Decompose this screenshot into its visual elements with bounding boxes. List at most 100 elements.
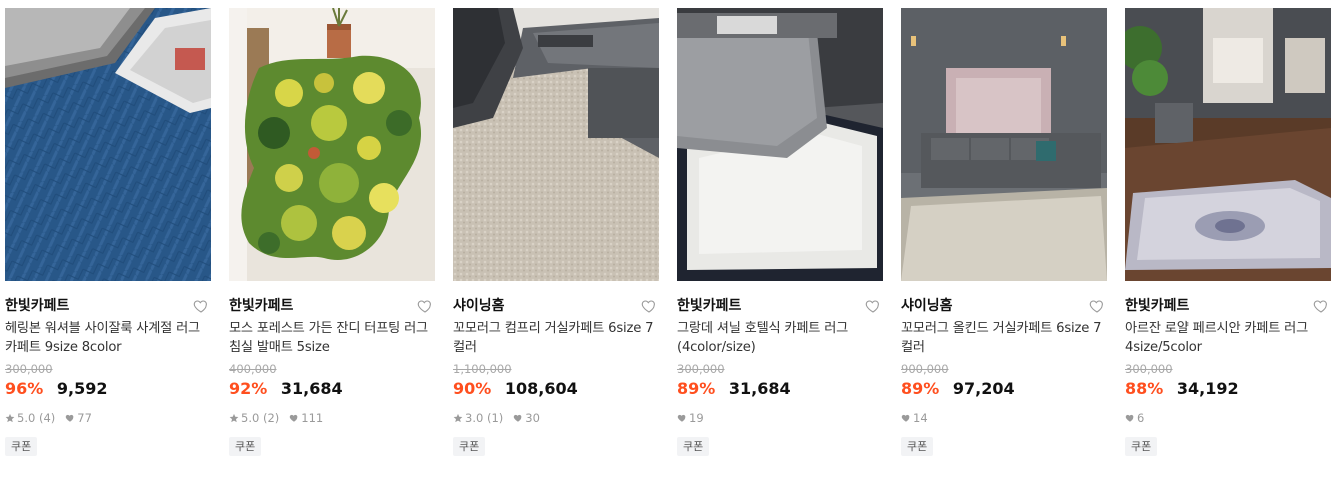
coupon-badge: 쿠폰 (5, 437, 38, 456)
likes-group: 14 (901, 410, 928, 426)
original-price: 400,000 (229, 362, 277, 376)
product-card[interactable]: 한빛카페트 그랑데 셔닐 호텔식 카페트 러그 (4color/size) 30… (677, 8, 883, 468)
brand-name[interactable]: 한빛카페트 (5, 298, 69, 314)
star-icon (5, 413, 15, 423)
brand-name[interactable]: 한빛카페트 (229, 298, 293, 314)
persian-rug-image (1125, 8, 1331, 281)
discount-rate: 90% (453, 379, 492, 398)
product-card[interactable]: 한빛카페트 모스 포레스트 가든 잔디 터프팅 러그 침실 발매트 5size … (229, 8, 435, 468)
product-card[interactable]: 샤이닝홈 꼬모러그 컴프리 거실카페트 6size 7컬러 1,100,000 … (453, 8, 659, 468)
living-room-rug-image (901, 8, 1107, 281)
coupon-badge: 쿠폰 (677, 437, 710, 456)
moss-forest-rug-image (229, 8, 435, 281)
likes-count: 14 (913, 411, 928, 425)
sale-price: 108,604 (504, 379, 578, 398)
original-price: 300,000 (1125, 362, 1173, 376)
product-title[interactable]: 아르잔 로얄 페르시안 카페트 러그 4size/5color (1125, 319, 1331, 357)
likes-group: 6 (1125, 410, 1144, 426)
discount-rate: 88% (1125, 379, 1164, 398)
product-title[interactable]: 그랑데 셔닐 호텔식 카페트 러그 (4color/size) (677, 319, 883, 357)
price-row: 92% 31,684 (229, 379, 435, 399)
discount-rate: 89% (901, 379, 940, 398)
heart-outline-icon[interactable] (865, 298, 881, 314)
product-grid: 한빛카페트 헤링본 워셔블 사이잘룩 사계절 러그카페트 9size 8colo… (0, 0, 1333, 477)
product-card[interactable]: 한빛카페트 헤링본 워셔블 사이잘룩 사계절 러그카페트 9size 8colo… (5, 8, 211, 468)
brand-name[interactable]: 샤이닝홈 (901, 298, 953, 314)
likes-count: 111 (301, 411, 324, 425)
rating-group: 5.0 (2) (229, 410, 279, 426)
brand-row: 한빛카페트 (5, 295, 211, 317)
beige-shaggy-rug-image (453, 8, 659, 281)
discount-rate: 96% (5, 379, 44, 398)
discount-rate: 92% (229, 379, 268, 398)
product-image[interactable] (901, 8, 1107, 281)
sale-price: 9,592 (56, 379, 108, 398)
product-image[interactable] (1125, 8, 1331, 281)
review-row: 6 (1125, 410, 1331, 426)
coupon-badge: 쿠폰 (901, 437, 934, 456)
product-image[interactable] (5, 8, 211, 281)
likes-count: 77 (77, 411, 92, 425)
brand-name[interactable]: 한빛카페트 (1125, 298, 1189, 314)
star-icon (229, 413, 239, 423)
discount-rate: 89% (677, 379, 716, 398)
brand-row: 샤이닝홈 (453, 295, 659, 317)
product-card[interactable]: 샤이닝홈 꼬모러그 올킨드 거실카페트 6size 7컬러 900,000 89… (901, 8, 1107, 468)
heart-filled-icon (66, 414, 74, 422)
price-row: 89% 97,204 (901, 379, 1107, 399)
coupon-badge: 쿠폰 (229, 437, 262, 456)
product-image[interactable] (229, 8, 435, 281)
heart-outline-icon[interactable] (193, 298, 209, 314)
brand-row: 한빛카페트 (1125, 295, 1331, 317)
product-image[interactable] (677, 8, 883, 281)
review-row: 19 (677, 410, 883, 426)
product-card[interactable]: 한빛카페트 아르잔 로얄 페르시안 카페트 러그 4size/5color 30… (1125, 8, 1331, 468)
rating-value: 5.0 (17, 411, 36, 425)
product-image[interactable] (453, 8, 659, 281)
brand-name[interactable]: 샤이닝홈 (453, 298, 505, 314)
likes-count: 30 (525, 411, 540, 425)
sale-price: 34,192 (1176, 379, 1239, 398)
heart-outline-icon[interactable] (641, 298, 657, 314)
product-title[interactable]: 모스 포레스트 가든 잔디 터프팅 러그 침실 발매트 5size (229, 319, 435, 357)
review-row: 5.0 (2) 111 (229, 410, 435, 426)
likes-count: 19 (689, 411, 704, 425)
heart-filled-icon (901, 414, 910, 422)
heart-filled-icon (677, 414, 686, 422)
brand-row: 한빛카페트 (677, 295, 883, 317)
heart-outline-icon[interactable] (417, 298, 433, 314)
coupon-badge: 쿠폰 (453, 437, 486, 456)
review-row: 3.0 (1) 30 (453, 410, 659, 426)
review-row: 14 (901, 410, 1107, 426)
rating-group: 5.0 (4) (5, 410, 55, 426)
brand-row: 한빛카페트 (229, 295, 435, 317)
sale-price: 97,204 (952, 379, 1015, 398)
star-icon (453, 413, 463, 423)
likes-group: 111 (289, 410, 323, 426)
likes-count: 6 (1137, 411, 1145, 425)
likes-group: 30 (513, 410, 540, 426)
product-title[interactable]: 꼬모러그 컴프리 거실카페트 6size 7컬러 (453, 319, 659, 357)
likes-group: 77 (65, 410, 92, 426)
likes-group: 19 (677, 410, 704, 426)
price-row: 89% 31,684 (677, 379, 883, 399)
coupon-badge: 쿠폰 (1125, 437, 1158, 456)
review-count: (4) (38, 411, 56, 425)
rating-value: 3.0 (465, 411, 484, 425)
heart-outline-icon[interactable] (1089, 298, 1105, 314)
review-count: (1) (486, 411, 504, 425)
product-title[interactable]: 헤링본 워셔블 사이잘룩 사계절 러그카페트 9size 8color (5, 319, 211, 357)
heart-outline-icon[interactable] (1313, 298, 1329, 314)
heart-filled-icon (1125, 414, 1134, 422)
price-row: 88% 34,192 (1125, 379, 1331, 399)
heart-filled-icon (290, 414, 298, 422)
brand-name[interactable]: 한빛카페트 (677, 298, 741, 314)
blue-herringbone-rug-image (5, 8, 211, 281)
original-price: 900,000 (901, 362, 949, 376)
sale-price: 31,684 (728, 379, 791, 398)
price-row: 96% 9,592 (5, 379, 211, 399)
review-count: (2) (262, 411, 280, 425)
product-title[interactable]: 꼬모러그 올킨드 거실카페트 6size 7컬러 (901, 319, 1107, 357)
review-row: 5.0 (4) 77 (5, 410, 211, 426)
original-price: 300,000 (5, 362, 53, 376)
